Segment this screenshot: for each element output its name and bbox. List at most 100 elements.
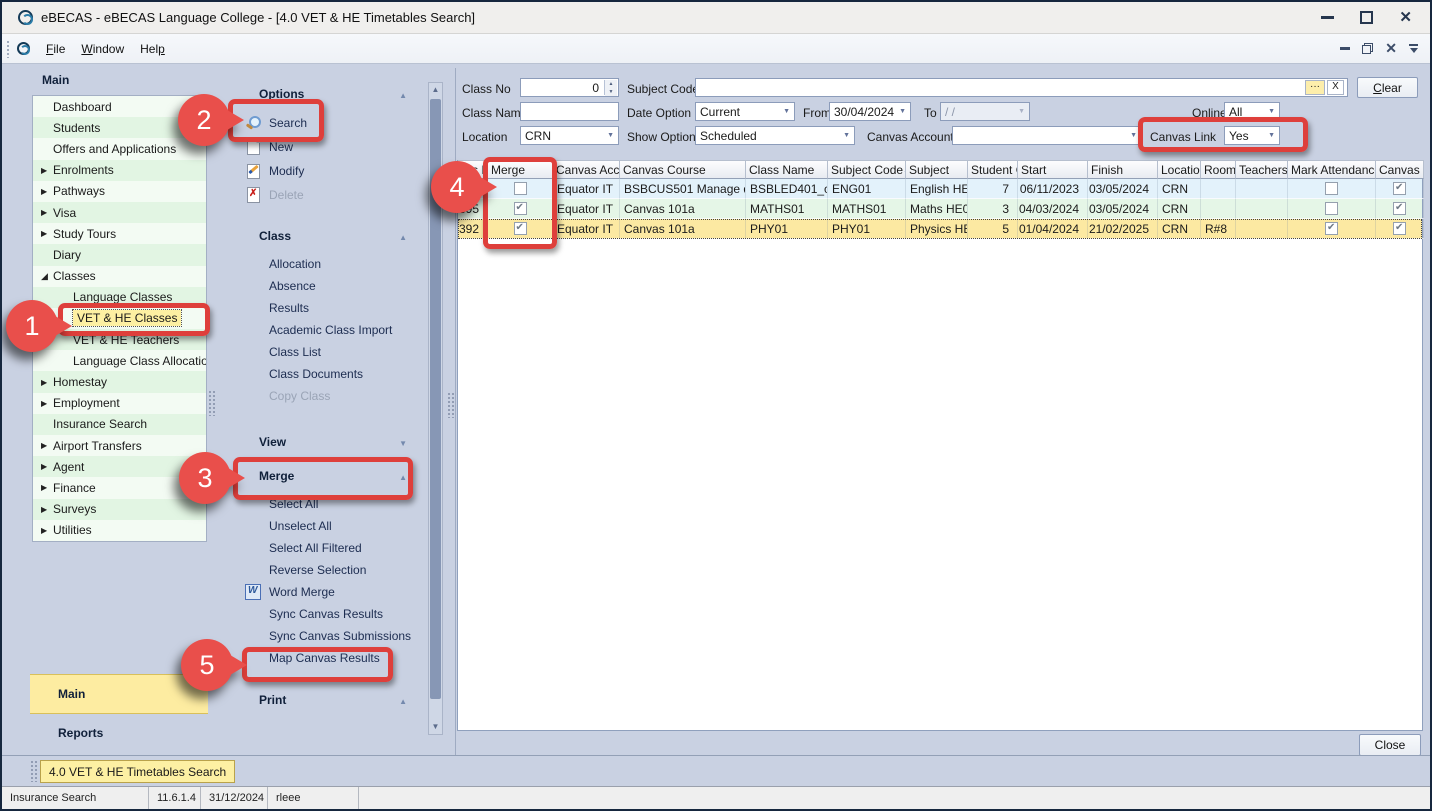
- expand-arrow-icon[interactable]: ▶: [41, 187, 47, 196]
- option-word-merge[interactable]: Word Merge: [214, 581, 427, 603]
- table-row[interactable]: 395Equator ITCanvas 101aMATHS01MATHS01Ma…: [458, 199, 1422, 219]
- tabbar-grip[interactable]: [30, 760, 38, 782]
- tab-vet-he-timetables-search[interactable]: 4.0 VET & HE Timetables Search: [40, 760, 235, 783]
- close-button[interactable]: Close: [1359, 734, 1421, 756]
- nav-reports-button[interactable]: Reports: [58, 726, 103, 740]
- tree-item-utilities[interactable]: ▶Utilities: [33, 520, 206, 541]
- nav-main-button[interactable]: Main: [30, 674, 208, 714]
- close-icon[interactable]: ✕: [1399, 11, 1412, 24]
- column-header-start[interactable]: Start: [1018, 160, 1088, 179]
- scroll-up-icon[interactable]: ▲: [429, 83, 442, 97]
- section-header-class[interactable]: Class▲: [214, 229, 427, 247]
- ellipsis-button[interactable]: ···: [1305, 80, 1325, 95]
- clear-x-button[interactable]: X: [1327, 80, 1344, 95]
- expand-arrow-icon[interactable]: ▶: [41, 505, 47, 514]
- option-sync-canvas-results[interactable]: Sync Canvas Results: [214, 603, 427, 625]
- cell-mark-attendance[interactable]: [1288, 179, 1376, 199]
- class-no-input[interactable]: 0 ▲▼: [520, 78, 619, 97]
- column-header-subject[interactable]: Subject: [906, 160, 968, 179]
- expand-arrow-icon[interactable]: ▶: [41, 229, 47, 238]
- option-allocation[interactable]: Allocation: [214, 253, 427, 275]
- cell-canvas[interactable]: [1376, 219, 1424, 239]
- column-header-teachers[interactable]: Teachers: [1236, 160, 1288, 179]
- tree-item-visa[interactable]: ▶Visa: [33, 202, 206, 223]
- column-header-finish[interactable]: Finish: [1088, 160, 1158, 179]
- column-header-mark-attendance[interactable]: Mark Attendance: [1288, 160, 1376, 179]
- canvas-checkbox[interactable]: [1393, 202, 1406, 215]
- mark-attendance-checkbox[interactable]: [1325, 182, 1338, 195]
- column-header-rooms[interactable]: Rooms: [1201, 160, 1236, 179]
- canvas-checkbox[interactable]: [1393, 182, 1406, 195]
- date-option-select[interactable]: Current▼: [695, 102, 795, 121]
- canvas-checkbox[interactable]: [1393, 222, 1406, 235]
- option-academic-class-import[interactable]: Academic Class Import: [214, 319, 427, 341]
- mdi-close-icon[interactable]: ✕: [1385, 43, 1397, 54]
- menubar-grip[interactable]: [6, 40, 11, 58]
- tree-item-employment[interactable]: ▶Employment: [33, 393, 206, 414]
- collapse-section-icon[interactable]: ▲: [399, 233, 407, 242]
- expand-arrow-icon[interactable]: ▶: [41, 483, 47, 492]
- class-name-input[interactable]: [520, 102, 619, 121]
- mark-attendance-checkbox[interactable]: [1325, 222, 1338, 235]
- menu-file[interactable]: File: [38, 38, 73, 60]
- cell-mark-attendance[interactable]: [1288, 199, 1376, 219]
- tree-item-language-class-allocation[interactable]: Language Class Allocation: [33, 350, 206, 371]
- column-header-canvas-course[interactable]: Canvas Course: [620, 160, 746, 179]
- column-header-student-count[interactable]: Student Count: [968, 160, 1018, 179]
- show-option-select[interactable]: Scheduled▼: [695, 126, 855, 145]
- column-header-canvas[interactable]: Canvas: [1376, 160, 1424, 179]
- expand-arrow-icon[interactable]: ▶: [41, 526, 47, 535]
- location-select[interactable]: CRN▼: [520, 126, 619, 145]
- from-date-select[interactable]: 30/04/2024▼: [829, 102, 911, 121]
- tree-item-homestay[interactable]: ▶Homestay: [33, 371, 206, 392]
- cell-canvas[interactable]: [1376, 199, 1424, 219]
- cell-canvas[interactable]: [1376, 179, 1424, 199]
- column-header-canvas-account[interactable]: Canvas Account: [553, 160, 620, 179]
- section-header-view[interactable]: View▼: [214, 435, 427, 453]
- minimize-icon[interactable]: [1321, 16, 1334, 19]
- table-row[interactable]: 292Equator ITBSBCUS501 Manage qualiBSBLE…: [458, 179, 1422, 199]
- expand-arrow-icon[interactable]: ▶: [41, 462, 47, 471]
- tree-item-classes[interactable]: ◢Classes: [33, 266, 206, 287]
- option-select-all-filtered[interactable]: Select All Filtered: [214, 537, 427, 559]
- option-sync-canvas-submissions[interactable]: Sync Canvas Submissions: [214, 625, 427, 647]
- spinner[interactable]: ▲▼: [604, 80, 617, 95]
- cell-mark-attendance[interactable]: [1288, 219, 1376, 239]
- option-results[interactable]: Results: [214, 297, 427, 319]
- column-header-subject-code[interactable]: Subject Code▲: [828, 160, 906, 179]
- tree-item-pathways[interactable]: ▶Pathways: [33, 181, 206, 202]
- maximize-icon[interactable]: [1360, 11, 1373, 24]
- tree-item-airport-transfers[interactable]: ▶Airport Transfers: [33, 435, 206, 456]
- collapse-section-icon[interactable]: ▲: [399, 697, 407, 706]
- collapse-section-icon[interactable]: ▲: [399, 91, 407, 100]
- tree-item-insurance-search[interactable]: Insurance Search: [33, 414, 206, 435]
- expand-arrow-icon[interactable]: ▶: [41, 208, 47, 217]
- subject-code-input[interactable]: ··· X: [695, 78, 1348, 97]
- option-class-list[interactable]: Class List: [214, 341, 427, 363]
- tree-item-surveys[interactable]: ▶Surveys: [33, 499, 206, 520]
- expand-arrow-icon[interactable]: ▶: [41, 166, 47, 175]
- option-reverse-selection[interactable]: Reverse Selection: [214, 559, 427, 581]
- mdi-restore-icon[interactable]: [1362, 43, 1373, 54]
- option-absence[interactable]: Absence: [214, 275, 427, 297]
- collapse-arrow-icon[interactable]: ◢: [41, 271, 48, 282]
- mark-attendance-checkbox[interactable]: [1325, 202, 1338, 215]
- menu-help[interactable]: Help: [132, 38, 173, 60]
- mdi-menu-expand-icon[interactable]: [1409, 44, 1418, 53]
- clear-button[interactable]: Clear: [1357, 77, 1418, 98]
- tree-item-study-tours[interactable]: ▶Study Tours: [33, 223, 206, 244]
- expand-arrow-icon[interactable]: ▶: [41, 378, 47, 387]
- expand-section-icon[interactable]: ▼: [399, 439, 407, 448]
- tree-item-diary[interactable]: Diary: [33, 244, 206, 265]
- mdi-minimize-icon[interactable]: [1340, 47, 1350, 50]
- option-modify[interactable]: Modify: [214, 159, 427, 183]
- table-row[interactable]: 392Equator ITCanvas 101aPHY01PHY01Physic…: [458, 219, 1422, 239]
- splitter-grip[interactable]: [447, 392, 455, 418]
- column-header-class-name[interactable]: Class Name: [746, 160, 828, 179]
- section-header-print[interactable]: Print▲: [214, 693, 427, 711]
- expand-arrow-icon[interactable]: ▶: [41, 399, 47, 408]
- tree-item-enrolments[interactable]: ▶Enrolments: [33, 160, 206, 181]
- option-class-documents[interactable]: Class Documents: [214, 363, 427, 385]
- canvas-account-select[interactable]: ▼: [952, 126, 1142, 145]
- option-unselect-all[interactable]: Unselect All: [214, 515, 427, 537]
